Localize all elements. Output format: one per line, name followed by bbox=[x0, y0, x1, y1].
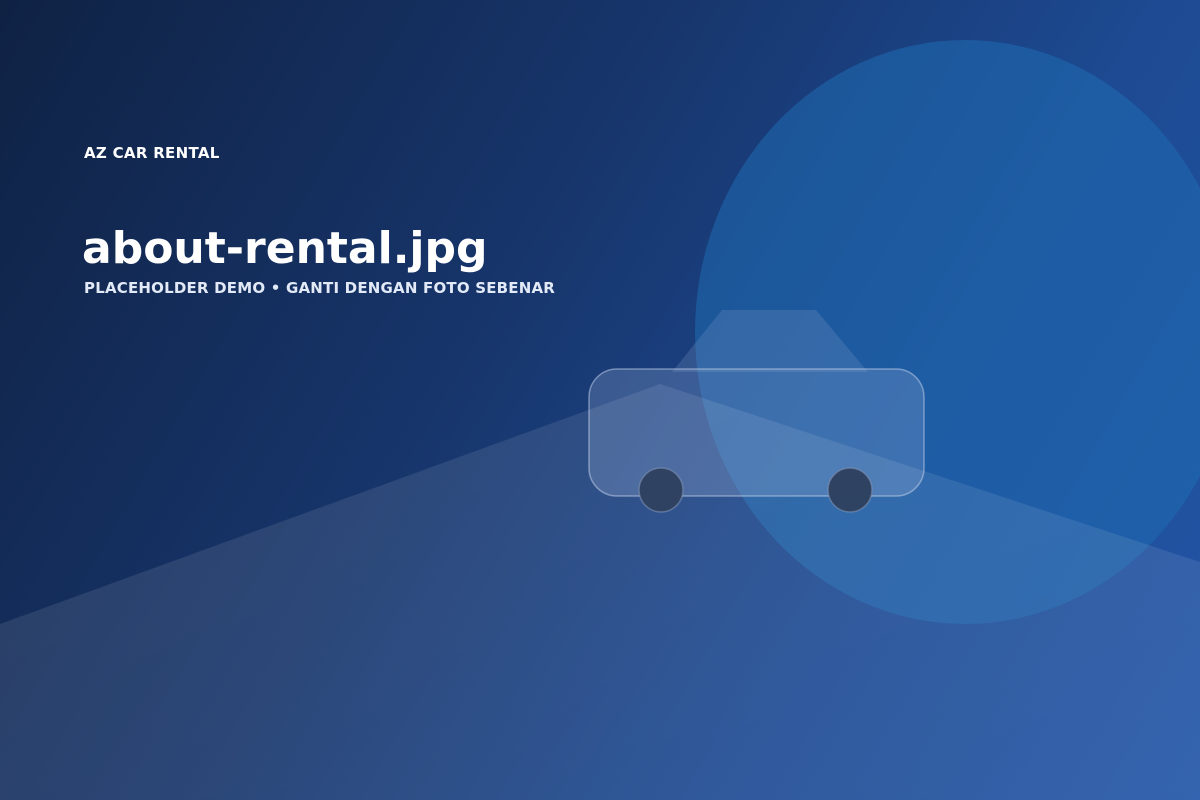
placeholder-image: AZ CAR RENTAL about-rental.jpg PLACEHOLD… bbox=[0, 0, 1200, 800]
brand-label: AZ CAR RENTAL bbox=[84, 144, 220, 162]
placeholder-title: about-rental.jpg bbox=[82, 223, 488, 274]
placeholder-subtitle: PLACEHOLDER DEMO • GANTI DENGAN FOTO SEB… bbox=[84, 279, 556, 297]
background-illustration bbox=[0, 40, 1200, 800]
